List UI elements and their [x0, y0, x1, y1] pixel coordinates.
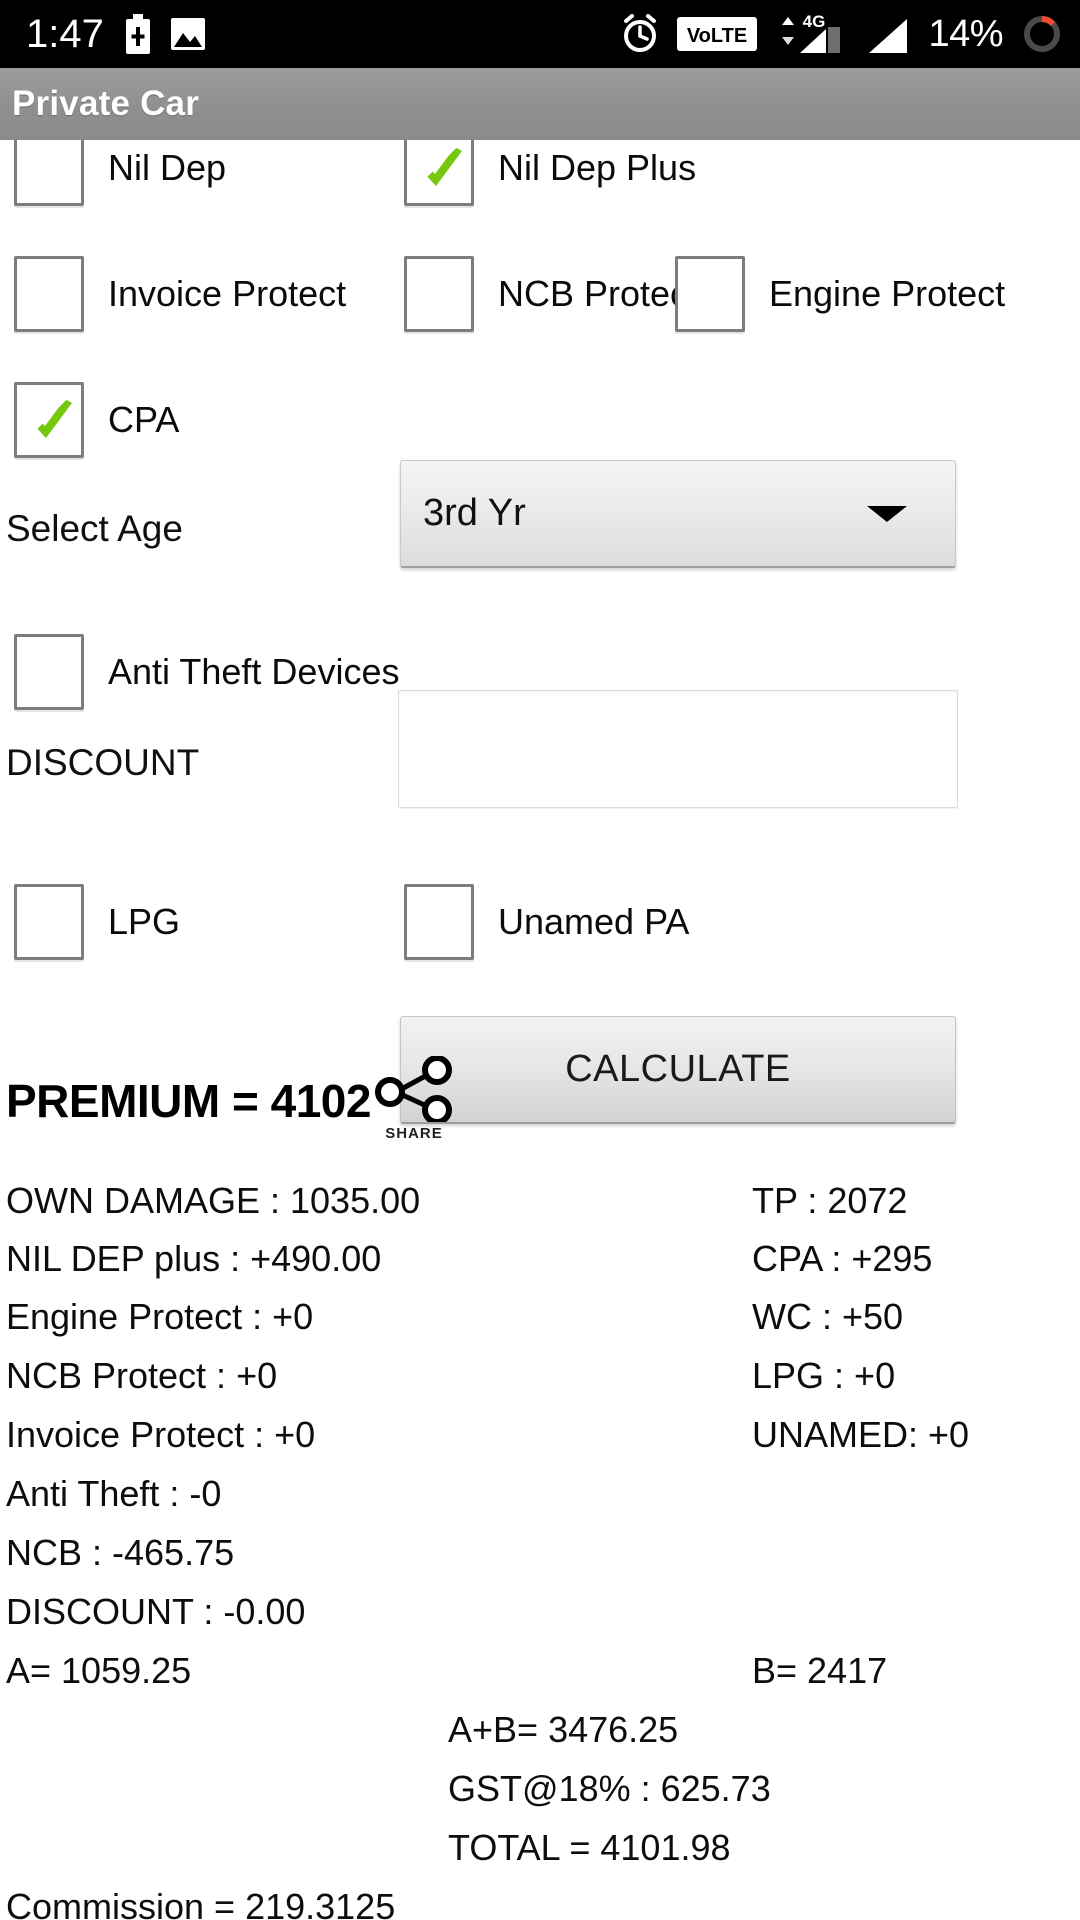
checkbox-invoice-protect[interactable]: Invoice Protect [14, 256, 346, 332]
checkbox-label-anti-theft-devices: Anti Theft Devices [108, 651, 400, 692]
result-invoice-protect: Invoice Protect : +0 [6, 1414, 316, 1455]
select-age-label: Select Age [6, 508, 183, 549]
checkbox-unamed-pa[interactable]: Unamed PA [404, 884, 689, 960]
chevron-down-icon [867, 505, 907, 522]
result-subtotal-a: A= 1059.25 [6, 1650, 192, 1691]
checkbox-label-ncb-protect: NCB Protect [498, 273, 699, 314]
svg-text:4G: 4G [803, 13, 826, 31]
alarm-icon [620, 14, 660, 54]
action-bar: Private Car [0, 68, 1080, 140]
checkbox-cpa[interactable]: CPA [14, 382, 179, 458]
checkbox-lpg[interactable]: LPG [14, 884, 180, 960]
result-tp: TP : 2072 [752, 1180, 908, 1221]
result-ncb: NCB : -465.75 [6, 1532, 235, 1573]
battery-percent-label: 14% [928, 12, 1003, 55]
result-a-plus-b: A+B= 3476.25 [448, 1709, 679, 1750]
share-icon [374, 1055, 452, 1125]
signal-bars-icon [867, 13, 911, 55]
battery-charging-icon [124, 14, 152, 54]
checkbox-box-engine-protect[interactable] [675, 256, 745, 332]
checkbox-box-lpg[interactable] [14, 884, 84, 960]
share-label: SHARE [385, 1125, 443, 1142]
result-own-damage: OWN DAMAGE : 1035.00 [6, 1180, 421, 1221]
result-lpg: LPG : +0 [752, 1355, 896, 1396]
checkbox-label-nil-dep: Nil Dep [108, 147, 227, 188]
result-commission: Commission = 219.3125 [6, 1886, 396, 1920]
result-total: TOTAL = 4101.98 [448, 1827, 731, 1868]
result-engine-protect: Engine Protect : +0 [6, 1296, 314, 1337]
battery-ring-icon [1020, 12, 1064, 56]
volte-icon: VoLTE [677, 17, 758, 51]
result-ncb-protect: NCB Protect : +0 [6, 1355, 278, 1396]
checkbox-box-nil-dep[interactable] [14, 130, 84, 206]
checkbox-box-invoice-protect[interactable] [14, 256, 84, 332]
status-bar-right-icons: VoLTE 4G 14% [620, 12, 1064, 56]
checkbox-label-cpa: CPA [108, 399, 180, 440]
checkbox-label-nil-dep-plus: Nil Dep Plus [498, 147, 697, 188]
checkbox-label-engine-protect: Engine Protect [769, 273, 1006, 314]
result-cpa: CPA : +295 [752, 1238, 933, 1279]
select-age-spinner[interactable]: 3rd Yr [400, 460, 956, 568]
status-bar: 1:47 VoLTE 4G 14% [0, 0, 1080, 68]
image-icon [170, 17, 206, 51]
checkbox-anti-theft-devices[interactable]: Anti Theft Devices [14, 634, 399, 710]
result-unamed: UNAMED: +0 [752, 1414, 970, 1455]
status-bar-left-icons [124, 14, 206, 54]
checkbox-engine-protect[interactable]: Engine Protect [675, 256, 1005, 332]
checkbox-nil-dep-plus[interactable]: Nil Dep Plus [404, 130, 696, 206]
premium-heading-row: PREMIUM = 4102 SHARE [6, 1055, 455, 1142]
discount-label: DISCOUNT [6, 742, 200, 783]
scroll-content[interactable]: Nil Dep Nil Dep Plus Invoice Protect NCB… [0, 68, 1080, 1920]
checkbox-label-invoice-protect: Invoice Protect [108, 273, 347, 314]
result-anti-theft: Anti Theft : -0 [6, 1473, 222, 1514]
checkbox-label-unamed-pa: Unamed PA [498, 901, 690, 942]
checkbox-box-ncb-protect[interactable] [404, 256, 474, 332]
discount-input[interactable] [398, 690, 958, 808]
result-nil-dep-plus: NIL DEP plus : +490.00 [6, 1238, 382, 1279]
status-bar-clock: 1:47 [26, 12, 104, 56]
select-age-value: 3rd Yr [423, 492, 526, 534]
checkbox-box-unamed-pa[interactable] [404, 884, 474, 960]
checkbox-nil-dep[interactable]: Nil Dep [14, 130, 226, 206]
app-screen: 1:47 VoLTE 4G 14% Nil Dep Nil Dep Plus I… [0, 0, 1080, 1920]
checkbox-box-cpa[interactable] [14, 382, 84, 458]
share-button[interactable]: SHARE [373, 1055, 455, 1142]
result-wc: WC : +50 [752, 1296, 904, 1337]
calculate-button[interactable]: CALCULATE [400, 1016, 956, 1124]
signal-4g-icon: 4G [774, 13, 850, 55]
checkbox-box-nil-dep-plus[interactable] [404, 130, 474, 206]
checkbox-box-anti-theft-devices[interactable] [14, 634, 84, 710]
svg-text:VoLTE: VoLTE [687, 25, 747, 47]
result-discount: DISCOUNT : -0.00 [6, 1591, 306, 1632]
premium-heading: PREMIUM = 4102 [6, 1075, 371, 1127]
result-gst: GST@18% : 625.73 [448, 1768, 771, 1809]
checkbox-label-lpg: LPG [108, 901, 181, 942]
page-title: Private Car [12, 84, 200, 123]
result-subtotal-b: B= 2417 [752, 1650, 888, 1691]
checkbox-ncb-protect[interactable]: NCB Protect [404, 256, 698, 332]
